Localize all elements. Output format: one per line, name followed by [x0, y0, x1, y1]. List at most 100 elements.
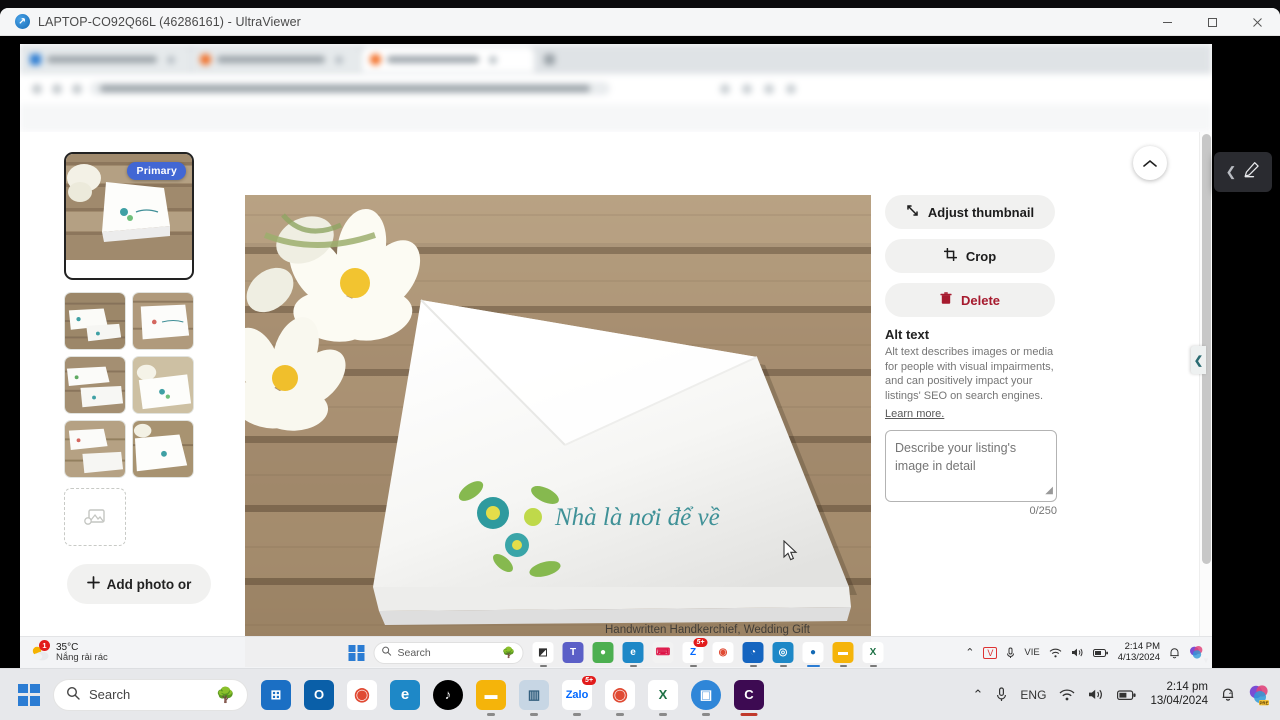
- excel-icon[interactable]: X: [648, 679, 678, 716]
- sun-cloud-icon: 1: [30, 639, 50, 663]
- window-titlebar[interactable]: LAPTOP-CO92Q66L (46286161) - UltraViewer: [0, 8, 1280, 36]
- alt-text-description: Alt text describes images or media for p…: [885, 346, 1054, 403]
- bell-quiet-icon[interactable]: z: [1221, 687, 1235, 702]
- chevron-up-icon[interactable]: ⌃: [965, 646, 974, 659]
- learn-more-link[interactable]: Learn more.: [885, 408, 944, 420]
- battery-icon[interactable]: [1117, 689, 1137, 701]
- pencil-icon[interactable]: [1243, 161, 1260, 183]
- capcut-icon[interactable]: C: [734, 679, 764, 716]
- thumbnail-item[interactable]: [132, 420, 194, 478]
- thumbnail-item[interactable]: [64, 356, 126, 414]
- host-clock[interactable]: 2:14 pm 13/04/2024: [1150, 681, 1208, 709]
- safari-icon[interactable]: ◎: [772, 642, 794, 667]
- close-button[interactable]: [1235, 8, 1280, 36]
- outlook-icon[interactable]: O: [304, 679, 334, 710]
- tab-close-icon[interactable]: [167, 55, 175, 64]
- remote-date: 4/13/2024: [1117, 651, 1160, 663]
- weather-desc: Nắng rải rác: [56, 651, 108, 663]
- chevron-left-icon[interactable]: ❮: [1226, 164, 1237, 180]
- back-icon[interactable]: [32, 84, 42, 94]
- plus-icon: [544, 54, 555, 65]
- chevron-up-icon[interactable]: ⌃: [973, 687, 984, 703]
- search-input[interactable]: Search 🌳: [373, 641, 524, 664]
- host-time: 2:14 pm: [1166, 680, 1208, 693]
- bell-icon[interactable]: [1169, 647, 1180, 659]
- thumbnail-item[interactable]: [64, 292, 126, 350]
- battery-icon[interactable]: [1092, 648, 1109, 658]
- remote-desktop-canvas[interactable]: Primary Add photo or Nhà là nơi để về Ad…: [0, 36, 1280, 668]
- add-photo-button[interactable]: Add photo or: [67, 564, 211, 604]
- windows-start-icon[interactable]: [18, 683, 40, 706]
- language-indicator[interactable]: VIE: [1024, 647, 1039, 658]
- microphone-icon[interactable]: [1006, 647, 1015, 659]
- tree-icon[interactable]: 🌳: [502, 646, 515, 659]
- delete-button[interactable]: Delete: [885, 283, 1055, 317]
- edge-icon[interactable]: e: [622, 642, 644, 667]
- alt-text-input[interactable]: Describe your listing's image in detail …: [885, 429, 1057, 502]
- edge-icon[interactable]: e: [390, 679, 420, 710]
- tab-close-icon[interactable]: [335, 55, 343, 64]
- thumbnail-column: Primary Add photo or: [64, 152, 216, 604]
- side-panel-toggle[interactable]: ❮: [1191, 346, 1206, 374]
- chrome-profile-icon[interactable]: ◉: [347, 679, 377, 710]
- adjust-thumbnail-button[interactable]: Adjust thumbnail: [885, 195, 1055, 229]
- forward-icon[interactable]: [52, 84, 62, 94]
- widgets-icon[interactable]: ◩: [532, 642, 554, 667]
- profile-avatar[interactable]: [764, 84, 774, 94]
- maximize-button[interactable]: [1190, 8, 1235, 36]
- teams-icon[interactable]: T: [562, 642, 584, 663]
- tiktok-icon[interactable]: ♪: [433, 679, 463, 710]
- new-tab-button[interactable]: [536, 47, 564, 72]
- mail-icon[interactable]: ●: [592, 642, 614, 663]
- weather-widget[interactable]: 1 35°C Nắng rải rác: [30, 639, 108, 664]
- browser-tab[interactable]: [192, 47, 360, 72]
- keyboard-icon[interactable]: ⌨: [652, 642, 674, 663]
- search-icon: [382, 646, 392, 659]
- thumbnail-item[interactable]: [132, 292, 194, 350]
- tab-close-icon[interactable]: [489, 55, 497, 64]
- minimize-button[interactable]: [1145, 8, 1190, 36]
- zalo-icon[interactable]: Zalo 5+: [562, 675, 596, 716]
- chevron-up-icon[interactable]: [1133, 146, 1167, 180]
- remote-clock[interactable]: 2:14 PM 4/13/2024: [1117, 641, 1160, 663]
- chrome-icon[interactable]: ◉: [712, 642, 734, 663]
- tree-icon[interactable]: 🌳: [216, 686, 235, 704]
- wifi-icon[interactable]: [1059, 688, 1075, 701]
- browser-tab[interactable]: [22, 47, 190, 72]
- analytics-icon[interactable]: ▥: [519, 679, 549, 716]
- resize-grip-icon[interactable]: ◢: [1045, 484, 1053, 499]
- remote-floating-toolbar[interactable]: ❮: [1214, 152, 1272, 192]
- bookmark-star-icon[interactable]: [742, 84, 752, 94]
- bookmarks-bar: [20, 104, 1212, 132]
- page-scrollbar[interactable]: ▼: [1199, 132, 1212, 668]
- thumbnail-item[interactable]: [64, 420, 126, 478]
- ultraviewer-icon[interactable]: ▣: [691, 679, 721, 716]
- reload-icon[interactable]: [72, 84, 82, 94]
- windows-start-icon[interactable]: [348, 644, 365, 661]
- language-indicator[interactable]: ENG: [1020, 688, 1046, 702]
- speaker-icon[interactable]: [1071, 647, 1084, 658]
- v-shield-icon[interactable]: V: [983, 646, 998, 659]
- browser-menu-icon[interactable]: [786, 84, 796, 94]
- excel-icon[interactable]: X: [862, 642, 884, 667]
- file-explorer-icon[interactable]: ▬: [476, 679, 506, 716]
- primary-thumbnail[interactable]: Primary: [64, 152, 194, 280]
- file-explorer-icon[interactable]: ▬: [832, 642, 854, 667]
- zalo-icon[interactable]: Z 5+: [682, 638, 708, 667]
- wifi-icon[interactable]: [1049, 648, 1062, 658]
- ultraviewer-icon[interactable]: ●: [802, 642, 824, 667]
- search-input[interactable]: Search 🌳: [53, 678, 248, 711]
- copilot-icon[interactable]: [1189, 645, 1204, 660]
- crop-button[interactable]: Crop: [885, 239, 1055, 273]
- extensions-icon[interactable]: [720, 84, 730, 94]
- speaker-icon[interactable]: [1088, 688, 1104, 701]
- main-photo-preview[interactable]: Nhà là nơi để về: [245, 195, 871, 667]
- microphone-icon[interactable]: [996, 687, 1007, 702]
- image-placeholder-icon[interactable]: [64, 488, 126, 546]
- thumbnail-item[interactable]: [132, 356, 194, 414]
- microsoft-store-icon[interactable]: ⊞: [261, 679, 291, 710]
- browser-tab-active[interactable]: [362, 47, 534, 72]
- copilot-pre-icon[interactable]: PRE: [1248, 684, 1270, 706]
- clock-icon[interactable]: ◔: [742, 642, 764, 667]
- chrome-icon[interactable]: ◉: [605, 679, 635, 716]
